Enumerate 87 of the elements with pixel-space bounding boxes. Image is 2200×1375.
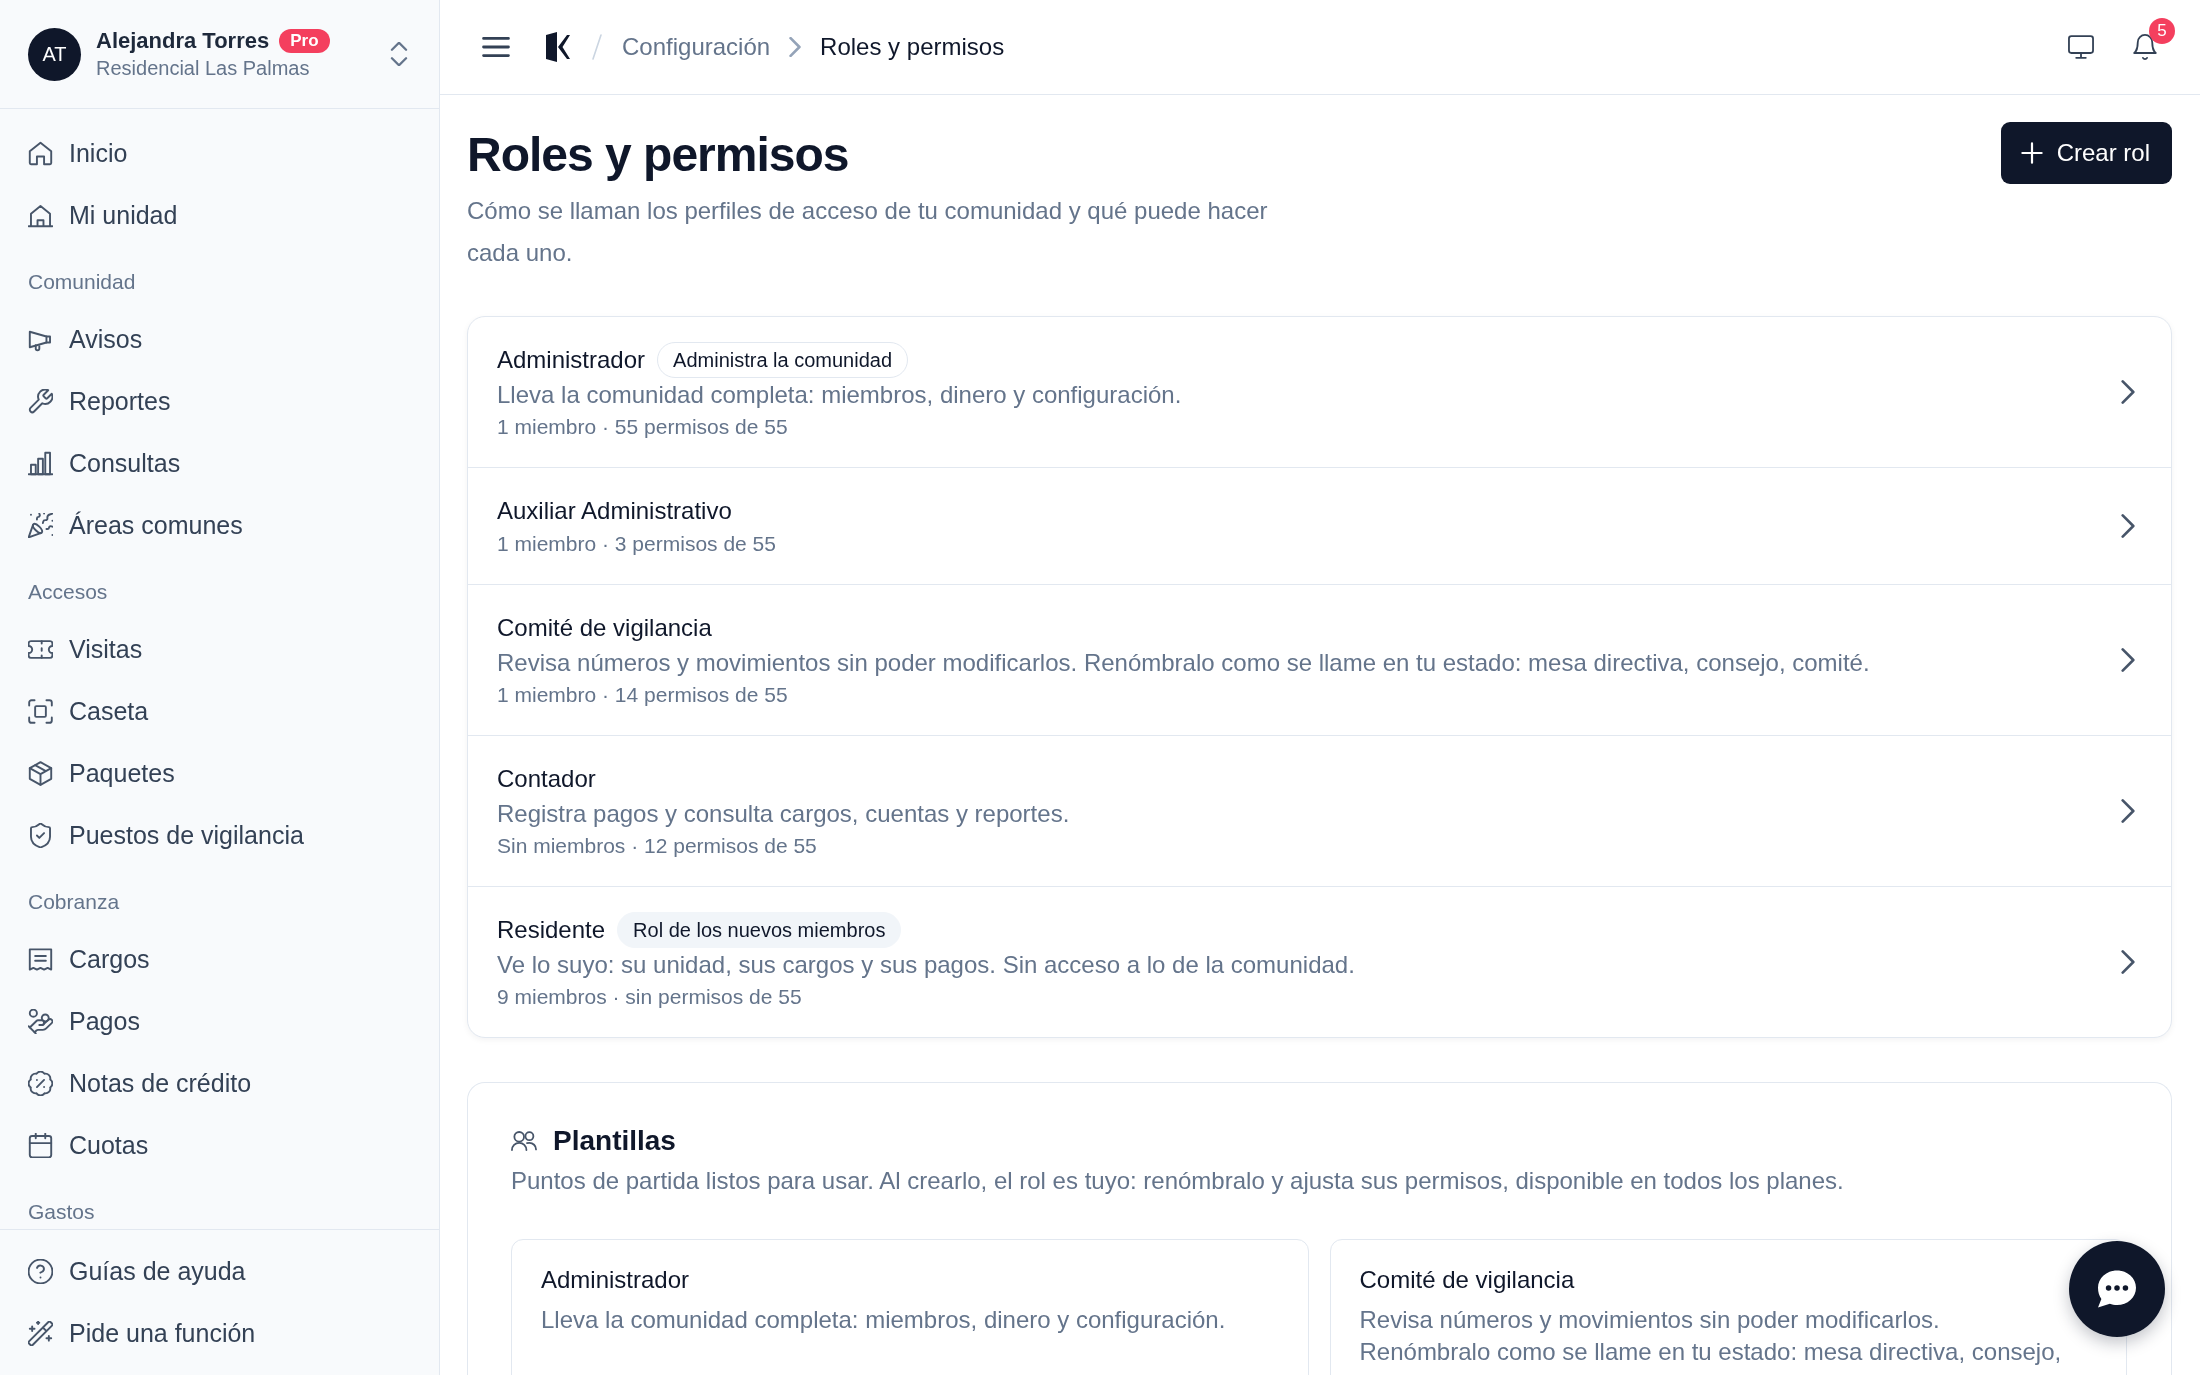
bell-icon: [2132, 34, 2158, 60]
chevron-right-icon: [2121, 380, 2135, 404]
role-row[interactable]: Administrador Administra la comunidad Lleva la comunidad completa: miembros, dinero y configuración. 1 miembro · 55 permisos de 55: [468, 317, 2171, 468]
template-name: Administrador: [541, 1265, 691, 1295]
magic-wand-icon: [28, 1320, 53, 1346]
nav-item[interactable]: Mi unidad: [0, 184, 439, 246]
receipt-icon: [28, 946, 53, 972]
package-icon: [28, 760, 53, 786]
community-name: Residencial Las Palmas: [96, 57, 311, 80]
nav-section-label: Comunidad: [28, 269, 136, 295]
role-description: Lleva la comunidad completa: miembros, dinero y configuración.: [497, 380, 1183, 410]
users-icon: [511, 1129, 537, 1153]
chevron-right-icon: [2121, 514, 2135, 538]
role-row[interactable]: Auxiliar Administrativo 1 miembro · 3 permisos de 55: [468, 468, 2171, 585]
nav-item[interactable]: Avisos: [0, 308, 439, 370]
user-name: Alejandra Torres: [96, 28, 270, 54]
role-row[interactable]: Residente Rol de los nuevos miembros Ve lo suyo: su unidad, sus cargos y sus pagos. Sin acceso a lo de la comunidad. 9 miembros · sin permisos de 55: [468, 887, 2171, 1037]
chevron-right-icon: [2121, 648, 2135, 672]
notification-badge: 5: [2149, 18, 2175, 44]
avatar: AT: [28, 27, 81, 81]
calendar-icon: [28, 1132, 53, 1158]
role-name: Contador: [497, 765, 596, 793]
bar-chart-icon: [28, 450, 53, 476]
scan-frame-icon: [28, 698, 53, 724]
role-meta: 1 miembro · 14 permisos de 55: [497, 682, 789, 708]
create-role-button[interactable]: Crear rol: [2000, 122, 2172, 184]
hand-coins-icon: [28, 1008, 53, 1034]
role-description: Registra pagos y consulta cargos, cuentas y reportes.: [497, 799, 1071, 829]
role-tag: Rol de los nuevos miembros: [617, 912, 902, 948]
slash-icon: [592, 34, 602, 60]
account-switcher[interactable]: AT Alejandra Torres Pro Residencial Las Palmas: [0, 0, 439, 109]
role-name: Auxiliar Administrativo: [497, 497, 732, 525]
page-title: Roles y permisos: [467, 127, 850, 183]
house-icon: [28, 202, 53, 228]
nav-item[interactable]: Puestos de vigilancia: [0, 804, 439, 866]
role-description: Revisa números y movimientos sin poder modificarlos. Renómbralo como se llame en tu estado: mesa directiva, consejo, comité.: [497, 648, 1871, 678]
nav-item[interactable]: Notas de crédito: [0, 1052, 439, 1114]
nav-item[interactable]: Cargos: [0, 928, 439, 990]
nav-item[interactable]: Cuotas: [0, 1114, 439, 1176]
nav-item[interactable]: Guías de ayuda: [0, 1240, 439, 1302]
template-description: Lleva la comunidad completa: miembros, dinero y configuración.: [541, 1305, 1227, 1335]
chevron-right-icon: [2121, 799, 2135, 823]
shield-check-icon: [28, 822, 53, 848]
party-popper-icon: [28, 512, 53, 538]
help-icon: [28, 1258, 53, 1284]
template-card[interactable]: Administrador Lleva la comunidad completa: miembros, dinero y configuración.: [511, 1239, 1309, 1375]
template-name: Comité de vigilancia: [1359, 1265, 1576, 1295]
role-meta: 1 miembro · 55 permisos de 55: [497, 414, 789, 440]
nav-item[interactable]: Consultas: [0, 432, 439, 494]
wrench-icon: [28, 388, 53, 414]
logo-icon: [546, 32, 570, 62]
monitor-icon: [2068, 34, 2094, 60]
role-meta: 1 miembro · 3 permisos de 55: [497, 531, 777, 557]
chevron-right-icon: [2121, 950, 2135, 974]
role-meta: 9 miembros · sin permisos de 55: [497, 984, 803, 1010]
role-name: Residente: [497, 916, 606, 944]
nav-item[interactable]: Reportes: [0, 370, 439, 432]
role-description: Ve lo suyo: su unidad, sus cargos y sus pagos. Sin acceso a lo de la comunidad.: [497, 950, 1356, 980]
section-description: Puntos de partida listos para usar. Al crearlo, el rol es tuyo: renómbralo y ajusta sus permisos, disponible en todos los planes.: [511, 1166, 1845, 1196]
chevrons-up-down-icon: [389, 42, 409, 66]
nav-item[interactable]: Áreas comunes: [0, 494, 439, 556]
chat-bubble-icon: [2097, 1270, 2137, 1308]
plus-icon: [2020, 142, 2043, 164]
nav-section-label: Cobranza: [28, 889, 120, 915]
nav-item[interactable]: Pagos: [0, 990, 439, 1052]
nav-item[interactable]: Inicio: [0, 122, 439, 184]
nav-item[interactable]: Paquetes: [0, 742, 439, 804]
nav-section-label: Gastos: [28, 1199, 95, 1225]
nav-item[interactable]: Pide una función: [0, 1302, 439, 1364]
role-row[interactable]: Comité de vigilancia Revisa números y movimientos sin poder modificarlos. Renómbralo como se llame en tu estado: mesa directiva, consejo, comité. 1 miembro · 14 permisos de 55: [468, 585, 2171, 736]
role-tag: Administra la comunidad: [657, 342, 909, 378]
percent-badge-icon: [28, 1070, 53, 1096]
home-icon: [28, 140, 53, 166]
role-name: Administrador: [497, 346, 646, 374]
nav-item[interactable]: Visitas: [0, 618, 439, 680]
template-description: Revisa números y movimientos sin poder modificarlos. Renómbralo como se llame en tu estado: mesa directiva, consejo,: [1359, 1305, 2063, 1367]
nav-item[interactable]: Caseta: [0, 680, 439, 742]
breadcrumb-link[interactable]: Configuración: [622, 33, 771, 61]
page-subtitle: Cómo se llaman los perfiles de acceso de tu comunidad y qué puede hacer cada uno.: [467, 196, 1269, 268]
role-row[interactable]: Contador Registra pagos y consulta cargos, cuentas y reportes. Sin miembros · 12 permisos de 55: [468, 736, 2171, 887]
nav-section-label: Accesos: [28, 579, 108, 605]
section-title: Plantillas: [553, 1124, 676, 1158]
role-meta: Sin miembros · 12 permisos de 55: [497, 833, 818, 859]
plan-badge: Pro: [279, 29, 330, 53]
breadcrumb-current: Roles y permisos: [820, 33, 1005, 61]
role-name: Comité de vigilancia: [497, 614, 712, 642]
chevron-right-icon: [788, 37, 803, 57]
